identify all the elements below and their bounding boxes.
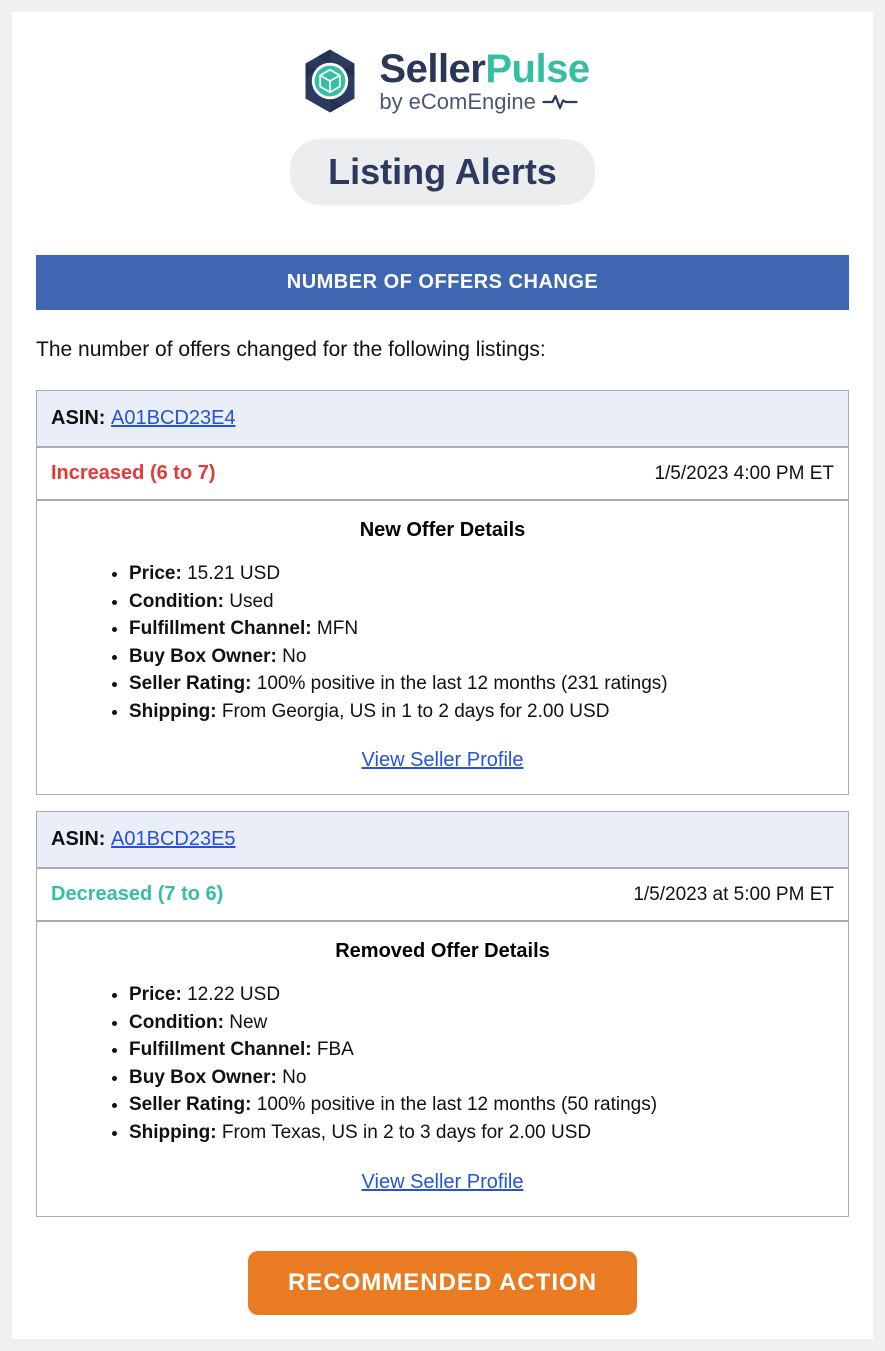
brand-subline-name: eComEngine	[409, 90, 536, 113]
detail-value: 15.21 USD	[187, 563, 280, 584]
profile-link-wrap: View Seller Profile	[57, 1171, 828, 1194]
sellerpulse-logo-icon	[295, 46, 365, 116]
detail-label: Seller Rating:	[129, 1094, 251, 1115]
listing-status-row: Increased (6 to 7) 1/5/2023 4:00 PM ET	[37, 448, 848, 501]
detail-value: 12.22 USD	[187, 984, 280, 1005]
detail-label: Condition:	[129, 1012, 224, 1033]
detail-value: MFN	[317, 618, 358, 639]
detail-price: Price: 12.22 USD	[129, 981, 828, 1009]
details-list: Price: 15.21 USD Condition: Used Fulfill…	[57, 560, 828, 725]
listing-details: Removed Offer Details Price: 12.22 USD C…	[37, 922, 848, 1215]
detail-value: No	[282, 646, 306, 667]
email-body: SellerPulse by eComEngine Listing Alerts…	[12, 12, 873, 1339]
detail-value: Used	[229, 591, 273, 612]
detail-label: Shipping:	[129, 1122, 217, 1143]
asin-label: ASIN:	[51, 828, 105, 850]
listing-timestamp: 1/5/2023 at 5:00 PM ET	[633, 884, 834, 906]
listing-card: ASIN: A01BCD23E4 Increased (6 to 7) 1/5/…	[36, 390, 849, 795]
detail-value: 100% positive in the last 12 months (231…	[257, 673, 668, 694]
status-decreased: Decreased (7 to 6)	[51, 883, 223, 906]
listing-details: New Offer Details Price: 15.21 USD Condi…	[37, 501, 848, 794]
details-title: New Offer Details	[57, 519, 828, 542]
detail-condition: Condition: New	[129, 1009, 828, 1037]
listing-status-row: Decreased (7 to 6) 1/5/2023 at 5:00 PM E…	[37, 869, 848, 922]
listing-asin-row: ASIN: A01BCD23E4	[37, 391, 848, 448]
asin-link[interactable]: A01BCD23E5	[111, 828, 236, 850]
view-seller-profile-link[interactable]: View Seller Profile	[362, 749, 524, 771]
detail-label: Shipping:	[129, 701, 217, 722]
detail-fulfillment: Fulfillment Channel: MFN	[129, 615, 828, 643]
detail-value: From Texas, US in 2 to 3 days for 2.00 U…	[222, 1122, 591, 1143]
listing-asin-row: ASIN: A01BCD23E5	[37, 812, 848, 869]
detail-label: Fulfillment Channel:	[129, 618, 312, 639]
detail-value: New	[229, 1012, 267, 1033]
listing-card: ASIN: A01BCD23E5 Decreased (7 to 6) 1/5/…	[36, 811, 849, 1216]
detail-shipping: Shipping: From Texas, US in 2 to 3 days …	[129, 1119, 828, 1147]
brand-lockup: SellerPulse by eComEngine	[295, 46, 589, 116]
detail-buybox: Buy Box Owner: No	[129, 643, 828, 671]
asin-link[interactable]: A01BCD23E4	[111, 407, 236, 429]
detail-value: 100% positive in the last 12 months (50 …	[257, 1094, 657, 1115]
brand-name-part1: Seller	[379, 47, 485, 91]
status-increased: Increased (6 to 7)	[51, 462, 216, 485]
page-title: Listing Alerts	[290, 139, 595, 205]
view-seller-profile-link[interactable]: View Seller Profile	[362, 1171, 524, 1193]
asin-label: ASIN:	[51, 407, 105, 429]
detail-label: Condition:	[129, 591, 224, 612]
listing-timestamp: 1/5/2023 4:00 PM ET	[654, 463, 834, 485]
detail-label: Buy Box Owner:	[129, 1067, 277, 1088]
brand-subline: by eComEngine	[379, 90, 577, 113]
details-title: Removed Offer Details	[57, 940, 828, 963]
brand-text: SellerPulse by eComEngine	[379, 48, 589, 114]
detail-condition: Condition: Used	[129, 588, 828, 616]
detail-value: No	[282, 1067, 306, 1088]
pulse-icon	[542, 92, 578, 112]
detail-label: Fulfillment Channel:	[129, 1039, 312, 1060]
brand-header: SellerPulse by eComEngine	[36, 46, 849, 121]
page-title-wrap: Listing Alerts	[36, 139, 849, 205]
detail-rating: Seller Rating: 100% positive in the last…	[129, 670, 828, 698]
profile-link-wrap: View Seller Profile	[57, 749, 828, 772]
brand-name-part2: Pulse	[485, 47, 589, 91]
detail-value: From Georgia, US in 1 to 2 days for 2.00…	[222, 701, 610, 722]
detail-rating: Seller Rating: 100% positive in the last…	[129, 1091, 828, 1119]
intro-text: The number of offers changed for the fol…	[36, 338, 849, 362]
detail-label: Price:	[129, 984, 182, 1005]
detail-fulfillment: Fulfillment Channel: FBA	[129, 1036, 828, 1064]
detail-value: FBA	[317, 1039, 354, 1060]
detail-buybox: Buy Box Owner: No	[129, 1064, 828, 1092]
brand-subline-by: by	[379, 90, 402, 113]
details-list: Price: 12.22 USD Condition: New Fulfillm…	[57, 981, 828, 1146]
detail-shipping: Shipping: From Georgia, US in 1 to 2 day…	[129, 698, 828, 726]
section-header: NUMBER OF OFFERS CHANGE	[36, 255, 849, 310]
detail-label: Buy Box Owner:	[129, 646, 277, 667]
detail-price: Price: 15.21 USD	[129, 560, 828, 588]
detail-label: Price:	[129, 563, 182, 584]
detail-label: Seller Rating:	[129, 673, 251, 694]
brand-name: SellerPulse	[379, 48, 589, 90]
